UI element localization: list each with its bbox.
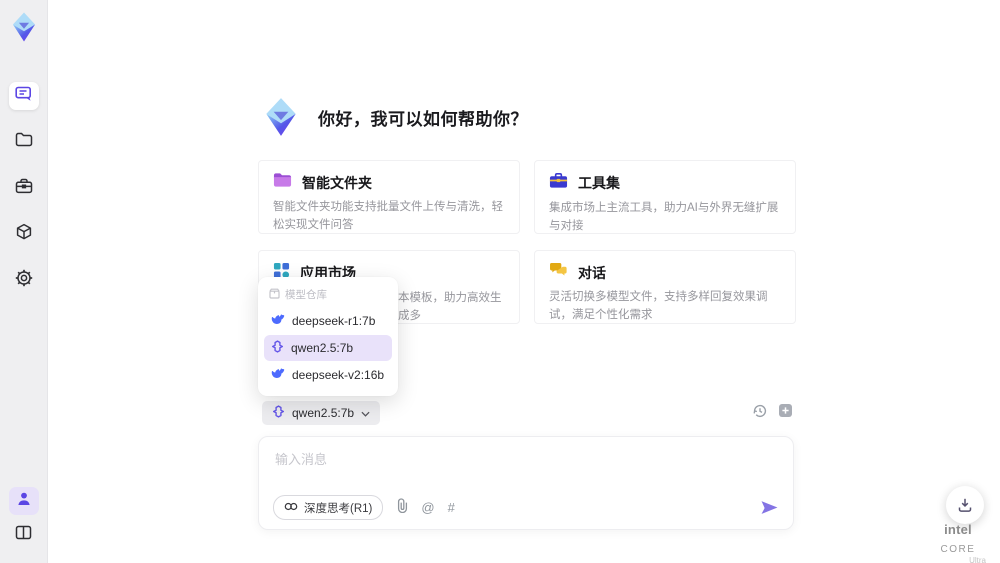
card-description: 智能文件夹功能支持批量文件上传与清洗，轻松实现文件问答: [273, 201, 503, 231]
chevron-down-icon: [361, 406, 370, 420]
deep-think-label: 深度思考(R1): [304, 502, 373, 515]
model-option-qwen[interactable]: qwen2.5:7b: [264, 335, 392, 361]
user-icon: [16, 491, 32, 511]
card-description: 集成市场上主流工具，助力AI与外界无缝扩展与对接: [549, 202, 779, 232]
card-smart-folder[interactable]: 智能文件夹 智能文件夹功能支持批量文件上传与清洗，轻松实现文件问答: [258, 160, 520, 234]
card-conversation[interactable]: 对话 灵活切换多模型文件，支持多样回复效果调试，满足个性化需求: [534, 250, 796, 324]
chat-bubble-icon: [14, 86, 33, 107]
intel-core-badge: intel core Ultra: [926, 521, 990, 563]
selected-model-label: qwen2.5:7b: [292, 406, 355, 420]
gear-icon: [15, 269, 33, 292]
blue-briefcase-icon: [549, 172, 568, 194]
model-option-label: deepseek-r1:7b: [292, 314, 376, 328]
card-title: 智能文件夹: [302, 174, 372, 191]
hash-icon[interactable]: #: [448, 501, 455, 514]
model-dropdown-header-label: 模型仓库: [285, 289, 327, 301]
repo-box-icon: [269, 288, 280, 302]
sidebar-item-folders[interactable]: [9, 128, 39, 156]
sidebar-item-settings[interactable]: [9, 266, 39, 294]
app-window: 你好，我可以如何帮助你？ 智能文件夹 智能文件夹功能支持批量文件上传与清洗，轻松…: [0, 0, 1000, 563]
diamond-logo-icon: [266, 98, 296, 136]
deepseek-icon: [271, 314, 285, 328]
briefcase-icon: [15, 178, 33, 199]
card-title: 对话: [578, 264, 606, 281]
model-option-label: deepseek-v2:16b: [292, 368, 385, 382]
model-dropdown-header: 模型仓库: [264, 281, 392, 307]
download-icon: [958, 498, 972, 512]
qwen-icon: [271, 340, 284, 356]
model-selector-row: qwen2.5:7b: [262, 401, 793, 425]
purple-folder-icon: [273, 172, 292, 193]
sidebar-item-toolbox[interactable]: [9, 174, 39, 202]
sidebar-item-panel[interactable]: [9, 521, 39, 549]
card-description: 灵活切换多模型文件，支持多样回复效果调试，满足个性化需求: [549, 291, 768, 321]
amber-chat-icon: [549, 262, 568, 283]
qwen-icon: [272, 405, 285, 421]
send-button[interactable]: [760, 500, 779, 515]
message-input[interactable]: [273, 447, 677, 493]
sidebar-item-profile[interactable]: [8, 487, 39, 515]
core-logo-text: core: [940, 543, 976, 555]
composer-toolbar: 深度思考(R1) @ #: [273, 495, 779, 520]
send-arrow-icon: [761, 501, 778, 514]
mention-icon[interactable]: @: [421, 501, 434, 514]
deep-think-toggle[interactable]: 深度思考(R1): [273, 495, 384, 520]
intel-logo-text: intel: [944, 522, 972, 537]
model-option-deepseek-r1[interactable]: deepseek-r1:7b: [264, 308, 392, 334]
deep-think-icon: [284, 501, 298, 515]
folder-icon: [15, 132, 33, 152]
model-dropdown: 模型仓库 deepseek-r1:7b qwen2.5:7b deepseek-…: [258, 277, 398, 396]
app-logo: [5, 8, 43, 46]
model-option-deepseek-v2[interactable]: deepseek-v2:16b: [264, 362, 392, 388]
panel-icon: [15, 525, 32, 545]
sidebar-item-models[interactable]: [9, 220, 39, 248]
attachment-icon[interactable]: [396, 497, 408, 518]
greeting: 你好，我可以如何帮助你？: [260, 96, 528, 138]
card-title: 工具集: [578, 175, 620, 191]
history-icon[interactable]: [752, 403, 768, 424]
card-toolset[interactable]: 工具集 集成市场上主流工具，助力AI与外界无缝扩展与对接: [534, 160, 796, 234]
download-fab[interactable]: [946, 486, 984, 524]
cube-icon: [15, 223, 33, 246]
greeting-title: 你好，我可以如何帮助你？: [318, 109, 528, 129]
diamond-logo-icon: [12, 12, 35, 42]
new-chat-plus-icon[interactable]: [778, 403, 793, 423]
message-composer: 深度思考(R1) @ #: [258, 436, 794, 530]
sidebar: [0, 0, 48, 563]
ultra-logo-text: Ultra: [969, 556, 986, 563]
model-selector-button[interactable]: qwen2.5:7b: [262, 401, 381, 425]
deepseek-icon: [271, 368, 285, 382]
model-option-label: qwen2.5:7b: [291, 341, 354, 355]
sidebar-item-chat[interactable]: [8, 82, 39, 110]
